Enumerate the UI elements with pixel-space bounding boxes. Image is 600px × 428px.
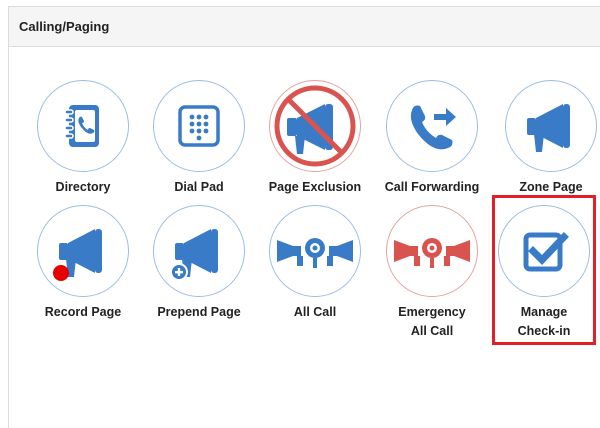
tile-label: Record Page (44, 305, 122, 319)
page-exclusion-button[interactable] (269, 80, 361, 172)
directory-button[interactable] (37, 80, 129, 172)
record-page-button[interactable] (37, 205, 129, 297)
tile-label: Dial Pad (174, 180, 224, 194)
tile-label-line2: All Call (410, 324, 454, 338)
tile-prepend-page[interactable]: Prepend Page (141, 205, 257, 322)
tile-label: Prepend Page (157, 305, 241, 319)
zone-page-button[interactable] (505, 80, 597, 172)
prepend-page-icon (170, 229, 218, 281)
call-forwarding-icon (410, 105, 456, 150)
tile-directory[interactable]: Directory (25, 80, 141, 197)
zone-page-icon (527, 104, 570, 152)
tile-label: Call Forwarding (384, 180, 480, 194)
highlight-box (492, 195, 596, 345)
tile-dial-pad[interactable]: Dial Pad (141, 80, 257, 197)
tile-zone-page[interactable]: Zone Page (493, 80, 600, 197)
tile-label: Emergency All Call (374, 303, 490, 341)
tile-label: Page Exclusion (268, 180, 362, 194)
page-exclusion-icon (274, 85, 356, 167)
all-call-icon (277, 238, 353, 268)
directory-icon (64, 105, 99, 147)
tile-all-call[interactable]: All Call (257, 205, 373, 322)
dialpad-icon (178, 105, 220, 147)
emergency-all-call-button[interactable] (386, 205, 478, 297)
tile-record-page[interactable]: Record Page (25, 205, 141, 322)
tile-label: Directory (55, 180, 111, 194)
tile-page-exclusion[interactable]: Page Exclusion (257, 80, 373, 197)
tile-emergency-all-call[interactable]: Emergency All Call (374, 205, 490, 341)
tile-label: All Call (293, 305, 337, 319)
dial-pad-button[interactable] (153, 80, 245, 172)
all-call-button[interactable] (269, 205, 361, 297)
record-dot (53, 265, 69, 281)
panel-title: Calling/Paging (9, 7, 600, 47)
tile-call-forwarding[interactable]: Call Forwarding (374, 80, 490, 197)
emergency-all-call-icon (394, 238, 470, 268)
call-forwarding-button[interactable] (386, 80, 478, 172)
prepend-page-button[interactable] (153, 205, 245, 297)
record-page-icon (53, 229, 102, 281)
tile-label-line1: Emergency (398, 305, 466, 319)
